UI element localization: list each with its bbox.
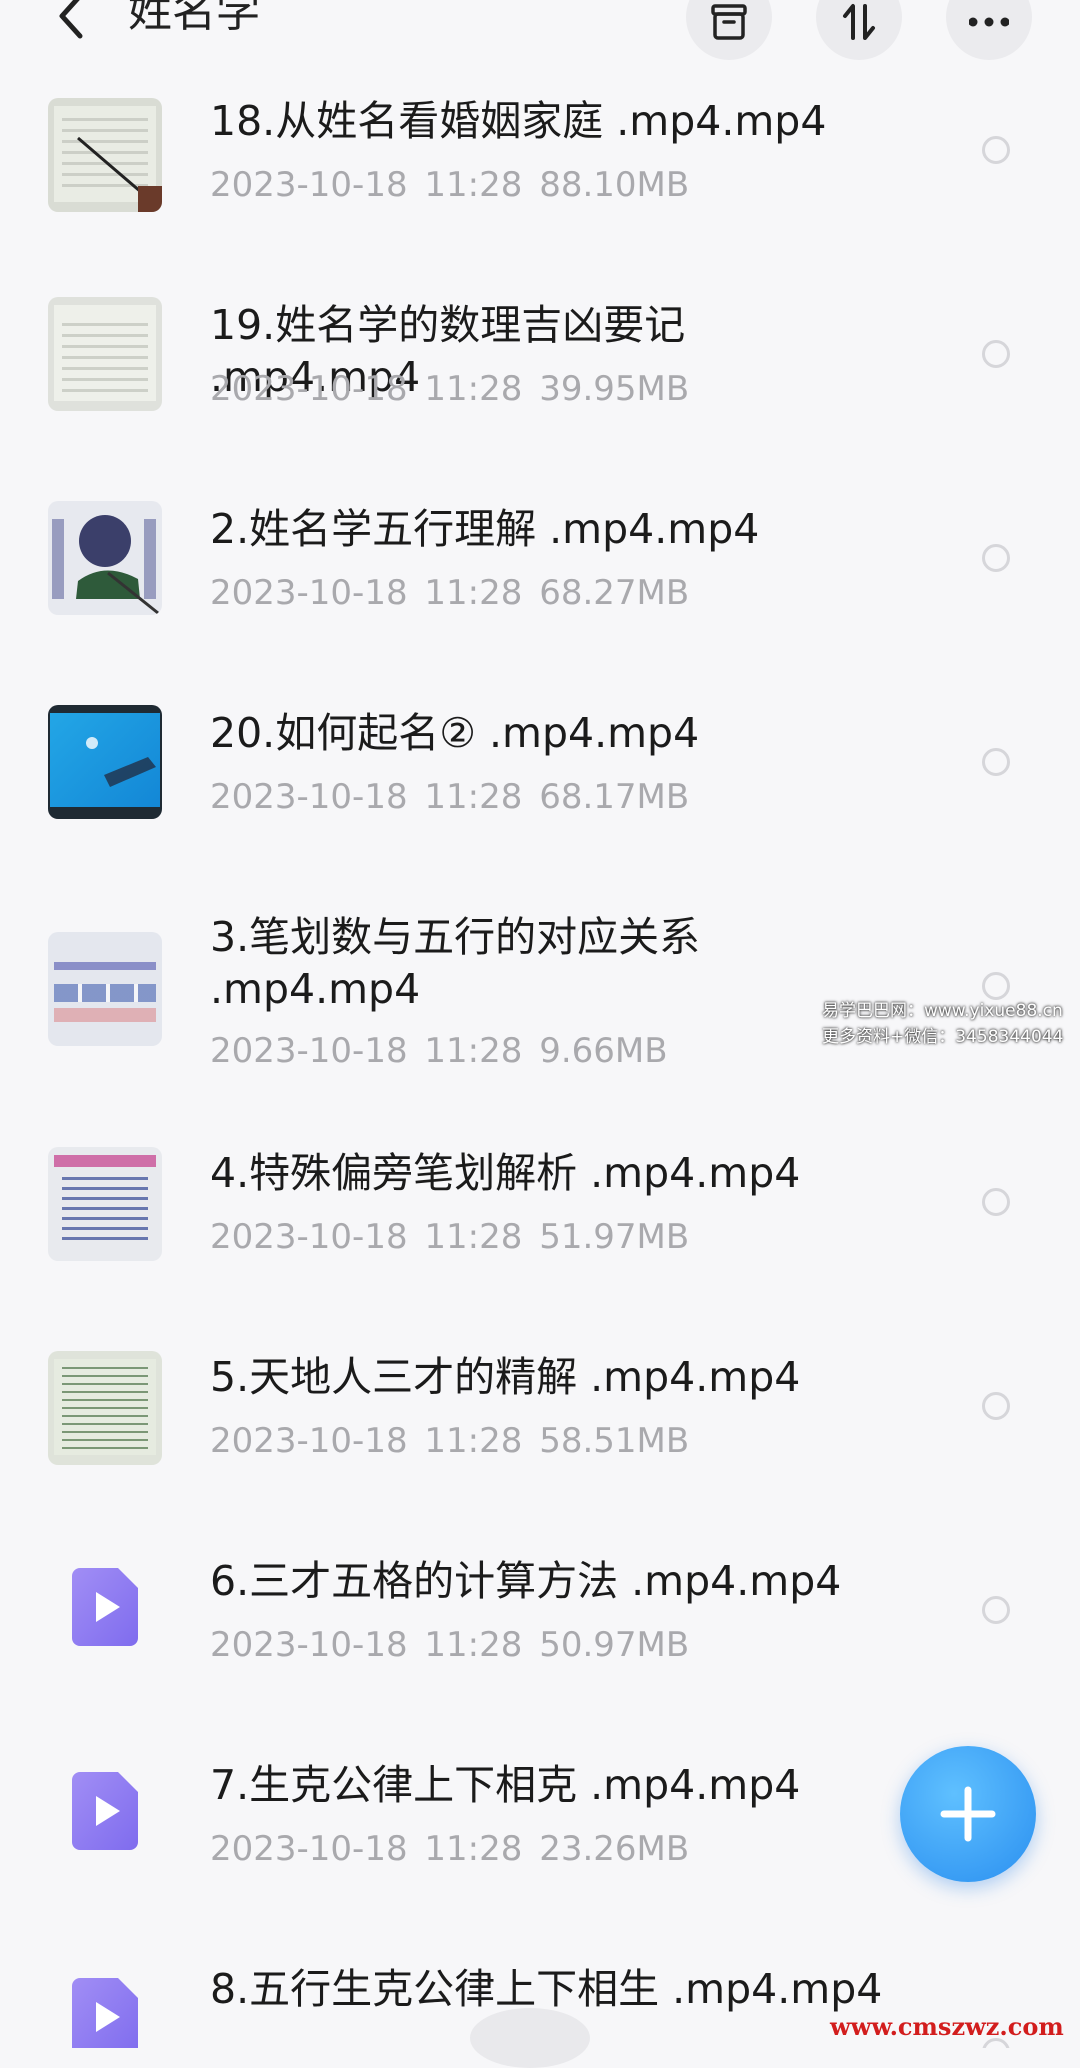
file-row[interactable]: 18.从姓名看婚姻家庭 .mp4.mp4 2023-10-18 11:28 88… bbox=[0, 88, 1080, 288]
video-file-icon bbox=[72, 1568, 138, 1646]
video-file-icon bbox=[72, 1772, 138, 1850]
sort-button[interactable] bbox=[816, 0, 902, 60]
file-row[interactable]: 2.姓名学五行理解 .mp4.mp4 2023-10-18 11:28 68.2… bbox=[0, 496, 1080, 696]
video-thumbnail bbox=[48, 98, 162, 212]
file-name: 2.姓名学五行理解 .mp4.mp4 bbox=[210, 505, 760, 553]
video-thumbnail bbox=[48, 1351, 162, 1465]
video-thumbnail bbox=[48, 297, 162, 411]
file-row[interactable]: 20.如何起名② .mp4.mp4 2023-10-18 11:28 68.17… bbox=[0, 700, 1080, 900]
file-meta: 2023-10-18 11:28 39.95MB bbox=[210, 369, 690, 409]
video-thumbnail bbox=[48, 932, 162, 1046]
select-radio[interactable] bbox=[982, 1392, 1010, 1420]
more-button[interactable] bbox=[946, 0, 1032, 60]
file-name: 8.五行生克公律上下相生 .mp4.mp4 bbox=[210, 1965, 883, 2013]
back-button[interactable] bbox=[52, 0, 102, 52]
watermark-text: 易学巴巴网：www.yixue88.cn 更多资料+微信：3458344044 bbox=[822, 1001, 1064, 1047]
video-thumbnail bbox=[48, 1147, 162, 1261]
file-meta: 2023-10-18 11:28 23.26MB bbox=[210, 1829, 690, 1869]
file-meta: 2023-10-18 11:28 68.17MB bbox=[210, 777, 690, 817]
file-meta: 2023-10-18 11:28 9.66MB bbox=[210, 1031, 668, 1071]
select-radio[interactable] bbox=[982, 748, 1010, 776]
scroll-indicator bbox=[470, 2008, 590, 2068]
archive-icon bbox=[711, 4, 747, 40]
file-row[interactable]: 6.三才五格的计算方法 .mp4.mp4 2023-10-18 11:28 50… bbox=[0, 1548, 1080, 1748]
file-name: 6.三才五格的计算方法 .mp4.mp4 bbox=[210, 1557, 842, 1605]
file-name: 4.特殊偏旁笔划解析 .mp4.mp4 bbox=[210, 1149, 801, 1197]
select-radio[interactable] bbox=[982, 340, 1010, 368]
file-row[interactable]: 19.姓名学的数理吉凶要记 .mp4.mp4 2023-10-18 11:28 … bbox=[0, 292, 1080, 492]
video-thumbnail bbox=[48, 705, 162, 819]
file-name: 20.如何起名② .mp4.mp4 bbox=[210, 709, 700, 757]
sort-icon bbox=[843, 4, 875, 40]
more-icon bbox=[969, 17, 1009, 27]
select-radio[interactable] bbox=[982, 544, 1010, 572]
select-radio[interactable] bbox=[982, 1188, 1010, 1216]
header-bar: 姓名学 bbox=[0, 0, 1080, 62]
archive-button[interactable] bbox=[686, 0, 772, 60]
watermark-site: www.cmszwz.com bbox=[830, 2012, 1064, 2041]
file-meta: 2023-10-18 11:28 51.97MB bbox=[210, 1217, 690, 1257]
video-file-icon bbox=[72, 1978, 138, 2048]
file-name: 5.天地人三才的精解 .mp4.mp4 bbox=[210, 1353, 801, 1401]
add-button[interactable] bbox=[900, 1746, 1036, 1882]
file-name: 18.从姓名看婚姻家庭 .mp4.mp4 bbox=[210, 97, 827, 145]
file-row[interactable]: 4.特殊偏旁笔划解析 .mp4.mp4 2023-10-18 11:28 51.… bbox=[0, 1140, 1080, 1340]
file-meta: 2023-10-18 11:28 68.27MB bbox=[210, 573, 690, 613]
file-row[interactable]: 5.天地人三才的精解 .mp4.mp4 2023-10-18 11:28 58.… bbox=[0, 1344, 1080, 1544]
page-title: 姓名学 bbox=[128, 0, 260, 37]
select-radio[interactable] bbox=[982, 1596, 1010, 1624]
file-meta: 2023-10-18 11:28 50.97MB bbox=[210, 1625, 690, 1665]
file-name: 7.生克公律上下相克 .mp4.mp4 bbox=[210, 1761, 801, 1809]
file-name: 3.笔划数与五行的对应关系 .mp4.mp4 bbox=[210, 913, 701, 1013]
file-meta: 2023-10-18 11:28 58.51MB bbox=[210, 1421, 690, 1461]
video-thumbnail bbox=[48, 501, 162, 615]
select-radio[interactable] bbox=[982, 136, 1010, 164]
select-radio[interactable] bbox=[982, 972, 1010, 1000]
chevron-left-icon bbox=[59, 0, 83, 39]
file-meta: 2023-10-18 11:28 88.10MB bbox=[210, 165, 690, 205]
plus-icon bbox=[940, 1786, 996, 1842]
